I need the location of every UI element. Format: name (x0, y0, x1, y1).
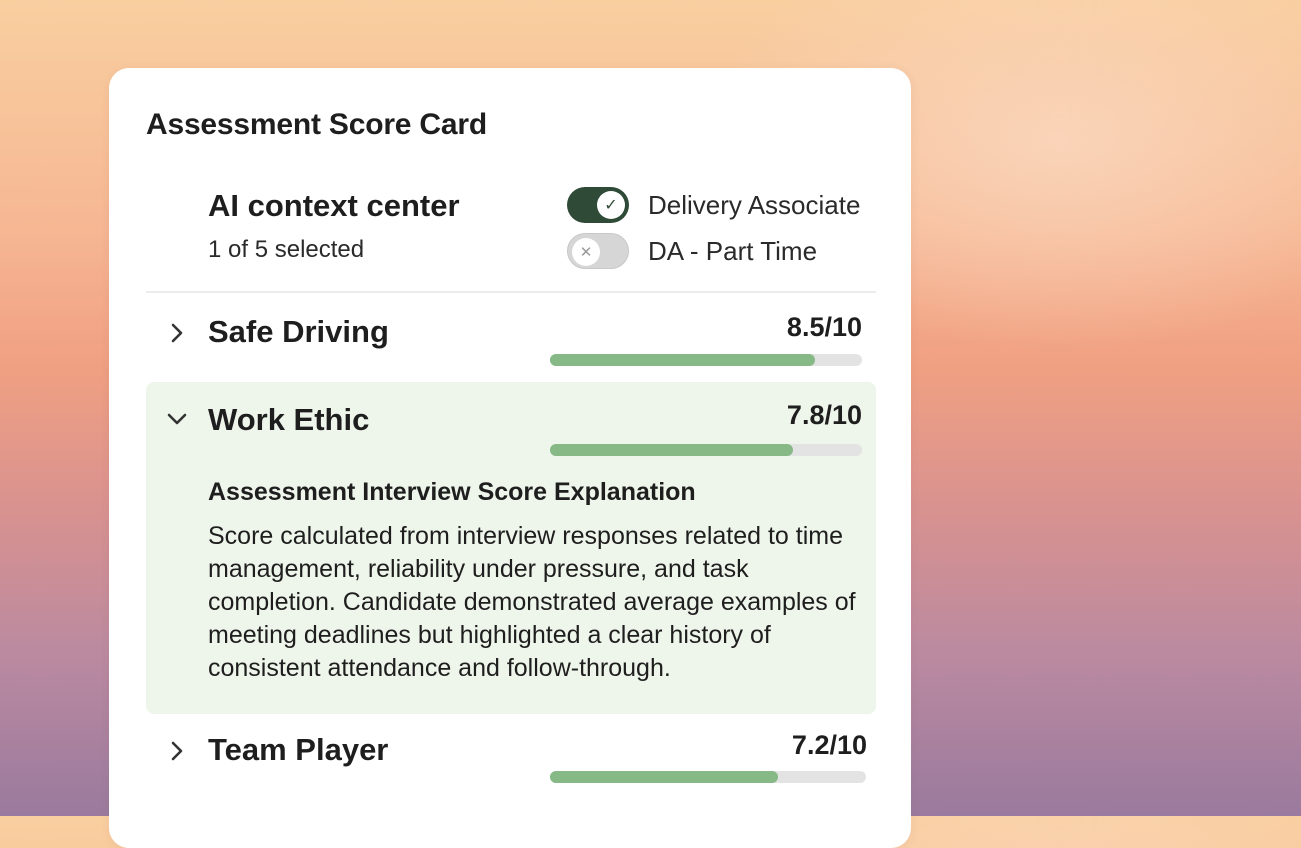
category-score: 7.8/10 (786, 400, 862, 430)
toggle-label: DA - Part Time (648, 235, 818, 266)
x-icon: ✕ (572, 238, 600, 266)
score-bar (550, 771, 866, 783)
context-center-title: AI context center (208, 188, 460, 223)
category-score: 8.5/10 (786, 312, 862, 342)
chevron-down-icon (167, 413, 187, 425)
category-team-player[interactable]: Team Player 7.2/10 (146, 722, 876, 792)
explanation-title: Assessment Interview Score Explanation (208, 478, 696, 506)
category-name: Work Ethic (208, 402, 370, 437)
score-bar (550, 444, 862, 456)
chevron-right-icon (171, 741, 183, 761)
assessment-score-card: Assessment Score Card AI context center … (109, 68, 911, 848)
divider (146, 291, 876, 293)
toggle-row-da-part-time: ✕ DA - Part Time (567, 233, 817, 269)
score-bar (550, 354, 862, 366)
toggle-row-delivery-associate: ✓ Delivery Associate (567, 187, 860, 223)
card-title: Assessment Score Card (146, 108, 487, 141)
check-icon: ✓ (597, 191, 625, 219)
score-bar-fill (550, 354, 816, 366)
toggle-da-part-time[interactable]: ✕ (567, 233, 629, 269)
explanation-text: Score calculated from interview response… (208, 522, 856, 682)
selected-count: 1 of 5 selected (208, 236, 365, 263)
category-score: 7.2/10 (791, 730, 867, 760)
score-bar-fill (550, 444, 794, 456)
toggle-delivery-associate[interactable]: ✓ (567, 187, 629, 223)
chevron-right-icon (171, 323, 183, 343)
category-safe-driving[interactable]: Safe Driving 8.5/10 (146, 304, 876, 374)
toggle-label: Delivery Associate (648, 189, 861, 220)
category-work-ethic[interactable]: Work Ethic 7.8/10 Assessment Interview S… (146, 382, 876, 714)
score-bar-fill (550, 771, 778, 783)
category-name: Safe Driving (208, 314, 389, 349)
category-name: Team Player (208, 732, 389, 767)
